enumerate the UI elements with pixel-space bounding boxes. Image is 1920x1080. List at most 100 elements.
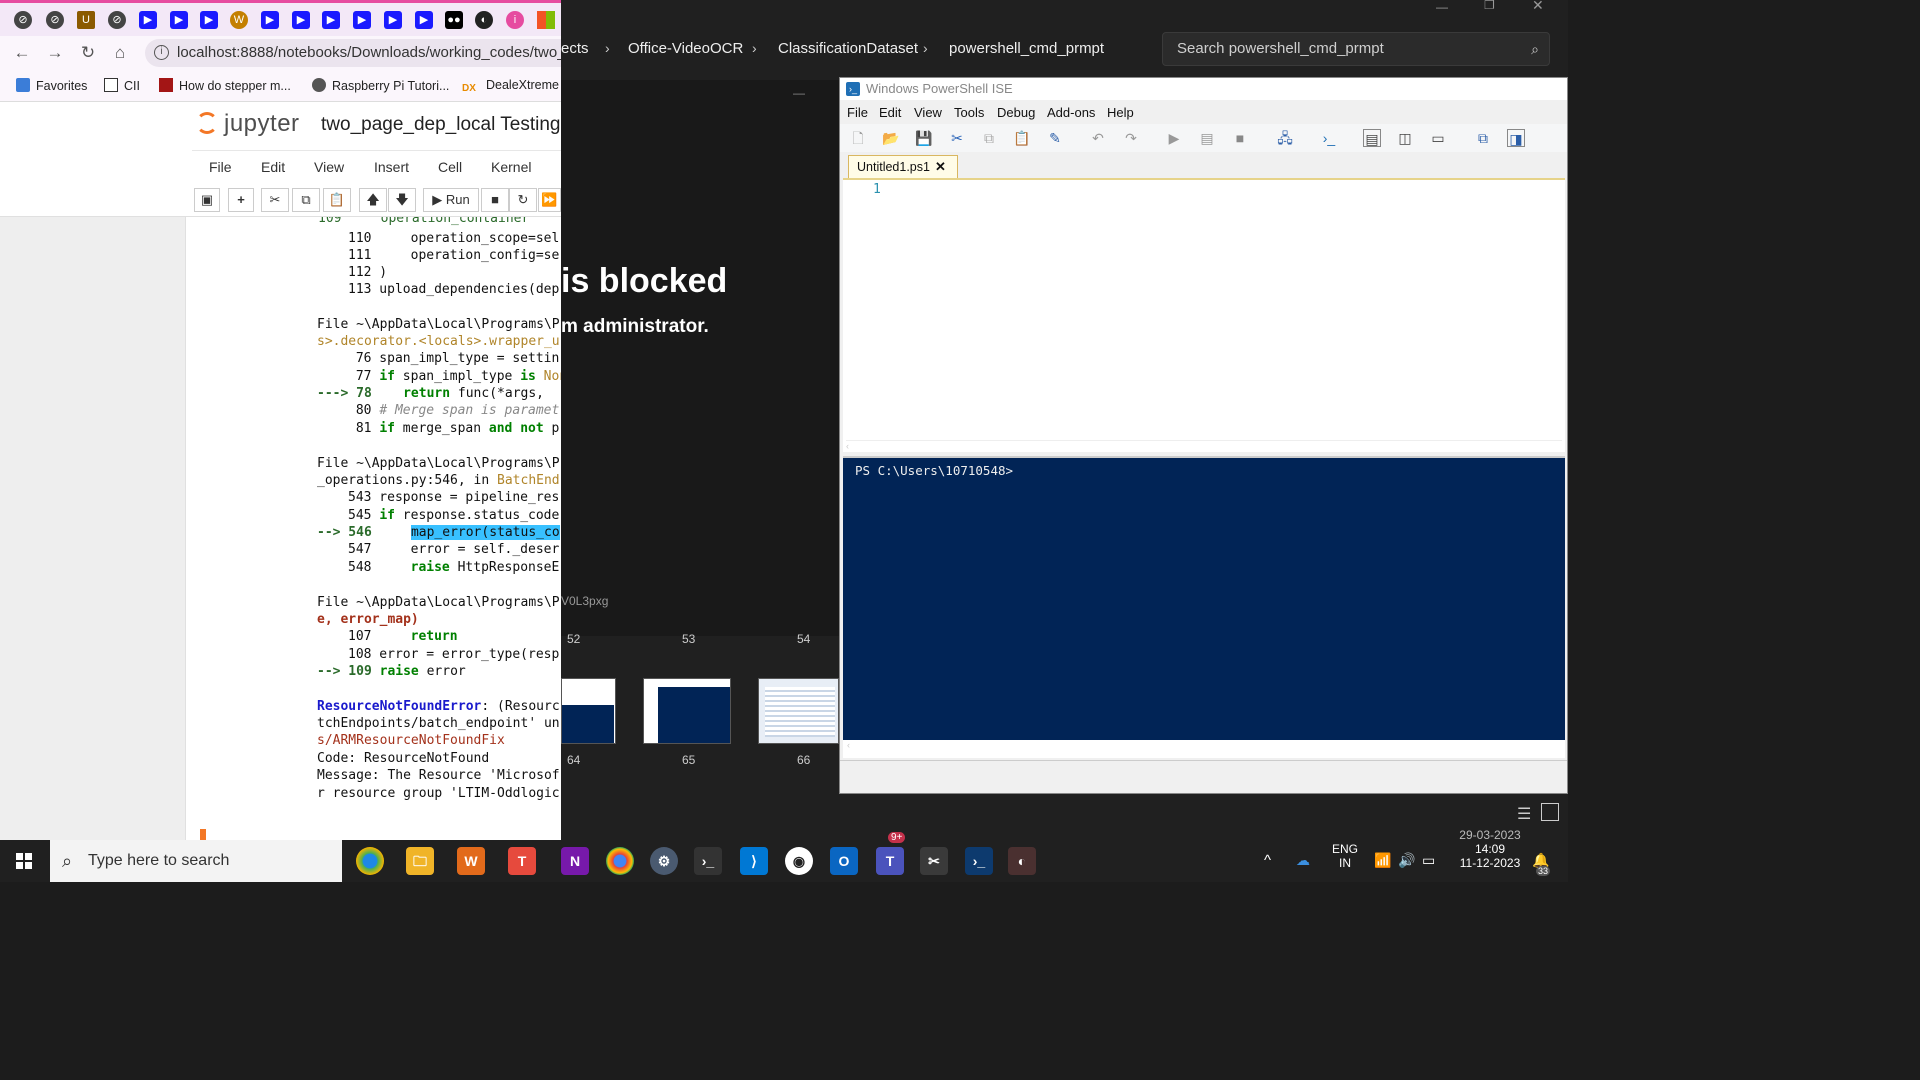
ise-menu-file[interactable]: File (847, 105, 868, 120)
fav-stepper[interactable]: How do stepper m... (159, 78, 291, 93)
menu-cell[interactable]: Cell (438, 159, 462, 175)
close-icon[interactable]: ✕ (1532, 0, 1544, 14)
tab-favicon-11[interactable]: ▶ (322, 11, 340, 29)
menu-file[interactable]: File (209, 159, 232, 175)
new-file-icon[interactable]: 🗋 (849, 129, 867, 147)
settings-icon[interactable]: ⚙ (650, 847, 678, 875)
wordpress-tab-icon[interactable]: W (230, 11, 248, 29)
restart-icon[interactable]: ↻ (509, 188, 537, 212)
addon-pane-icon[interactable]: ◨ (1507, 129, 1525, 147)
close-tab-icon[interactable]: ✕ (935, 156, 946, 178)
show-commands-icon[interactable]: ⧉ (1474, 129, 1492, 147)
tab-favicon-3[interactable]: U (77, 11, 95, 29)
favorites-folder[interactable]: Favorites (16, 78, 87, 93)
onedrive-icon[interactable]: ☁ (1296, 852, 1310, 869)
save-icon[interactable]: ▣ (194, 188, 220, 212)
fav-dealextreme[interactable]: DX DealeXtreme (462, 78, 559, 97)
refresh-icon[interactable]: ↻ (77, 42, 99, 64)
layout-top-icon[interactable]: ▤ (1363, 129, 1381, 147)
tab-untitled1[interactable]: Untitled1.ps1 ✕ (848, 155, 958, 179)
tab-favicon-4[interactable]: ⊘ (108, 11, 126, 29)
details-view-icon[interactable]: ☰ (1517, 804, 1531, 824)
notebook-title[interactable]: two_page_dep_local Testing (321, 114, 560, 136)
teams-icon[interactable]: T (876, 847, 904, 875)
run-script-icon[interactable]: ▶ (1165, 129, 1183, 147)
minimize-icon[interactable]: — (1436, 0, 1448, 14)
clear-console-icon[interactable]: ✎ (1046, 129, 1064, 147)
start-button[interactable] (0, 840, 48, 882)
run-selection-icon[interactable]: ▤ (1198, 129, 1216, 147)
tab-favicon-6[interactable]: ▶ (170, 11, 188, 29)
stop-icon[interactable]: ■ (1231, 129, 1249, 147)
tab-favicon-1[interactable]: ⊘ (14, 11, 32, 29)
file-thumbnail[interactable] (561, 678, 616, 744)
tab-favicon-17[interactable]: i (506, 11, 524, 29)
copy-icon[interactable]: ⧉ (292, 188, 320, 212)
copy-icon[interactable]: ⧉ (980, 129, 998, 147)
tab-favicon-12[interactable]: ▶ (353, 11, 371, 29)
tab-favicon-9[interactable]: ▶ (261, 11, 279, 29)
save-icon[interactable]: 💾 (915, 129, 933, 147)
redo-icon[interactable]: ↷ (1122, 129, 1140, 147)
layout-right-icon[interactable]: ◫ (1396, 129, 1414, 147)
back-icon[interactable]: ← (11, 42, 33, 64)
insert-cell-icon[interactable]: + (228, 188, 254, 212)
language-indicator[interactable]: ENG IN (1332, 842, 1358, 870)
restart-run-all-icon[interactable]: ⏩ (538, 188, 561, 212)
tab-favicon-10[interactable]: ▶ (292, 11, 310, 29)
tab-favicon-7[interactable]: ▶ (200, 11, 218, 29)
paste-icon[interactable]: 📋 (1013, 129, 1031, 147)
outlook-new-icon[interactable]: O (830, 847, 858, 875)
ise-menu-addons[interactable]: Add-ons (1047, 105, 1095, 120)
menu-edit[interactable]: Edit (261, 159, 285, 175)
edge-icon[interactable] (356, 847, 384, 875)
layout-max-icon[interactable]: ▭ (1429, 129, 1447, 147)
file-explorer-icon[interactable]: 🗀 (406, 847, 434, 875)
medium-tab-icon[interactable]: ●● (445, 11, 463, 29)
teams-meeting-icon[interactable]: T (508, 847, 536, 875)
recorder-icon[interactable]: ◐ (1008, 847, 1036, 875)
forward-icon[interactable]: → (44, 42, 66, 64)
snipping-tool-icon[interactable]: ✂ (920, 847, 948, 875)
breadcrumb-item[interactable]: ClassificationDataset (778, 40, 918, 57)
onenote-icon[interactable]: N (561, 847, 589, 875)
github-desktop-icon[interactable]: ◉ (785, 847, 813, 875)
file-thumbnail[interactable] (758, 678, 839, 744)
github-tab-icon[interactable]: ◐ (475, 11, 493, 29)
powershell-taskbar-icon[interactable]: ›_ (965, 847, 993, 875)
move-up-icon[interactable]: 🡅 (359, 188, 387, 212)
editor-scrollbar[interactable]: ‹ (846, 440, 1562, 452)
taskbar-search-input[interactable]: ⌕ Type here to search (50, 840, 342, 882)
volume-icon[interactable]: 🔊 (1398, 852, 1415, 869)
tiles-view-icon[interactable] (1541, 803, 1559, 821)
ise-menu-help[interactable]: Help (1107, 105, 1134, 120)
chrome-icon[interactable] (606, 847, 634, 875)
paste-icon[interactable]: 📋 (323, 188, 351, 212)
site-info-icon[interactable]: i (154, 45, 169, 60)
breadcrumb-item[interactable]: powershell_cmd_prmpt (949, 40, 1104, 57)
breadcrumb-item[interactable]: ects (561, 40, 589, 57)
menu-view[interactable]: View (314, 159, 344, 175)
fav-cii[interactable]: CII (104, 78, 140, 93)
console-pane[interactable]: PS C:\Users\10710548> (843, 456, 1565, 740)
powershell-console-icon[interactable]: ›_ (1320, 129, 1338, 147)
address-bar[interactable]: localhost:8888/notebooks/Downloads/worki… (145, 39, 561, 67)
run-button[interactable]: ▶ Run (423, 188, 479, 212)
menu-kernel[interactable]: Kernel (491, 159, 531, 175)
chevron-up-icon[interactable]: ^ (1264, 852, 1271, 869)
tab-favicon-13[interactable]: ▶ (384, 11, 402, 29)
vscode-icon[interactable]: ⟩ (740, 847, 768, 875)
undo-icon[interactable]: ↶ (1089, 129, 1107, 147)
tab-favicon-2[interactable]: ⊘ (46, 11, 64, 29)
ise-menu-tools[interactable]: Tools (954, 105, 984, 120)
remote-tab-icon[interactable]: 🖧 (1276, 129, 1294, 147)
console-scrollbar[interactable]: ‹ (843, 740, 1565, 758)
file-thumbnail[interactable] (643, 678, 731, 744)
webex-icon[interactable]: W (457, 847, 485, 875)
tab-favicon-5[interactable]: ▶ (139, 11, 157, 29)
stop-icon[interactable]: ■ (481, 188, 509, 212)
cut-icon[interactable]: ✂ (948, 129, 966, 147)
maximize-icon[interactable]: ❐ (1484, 0, 1495, 12)
ise-menu-debug[interactable]: Debug (997, 105, 1035, 120)
breadcrumb-item[interactable]: Office-VideoOCR (628, 40, 743, 57)
